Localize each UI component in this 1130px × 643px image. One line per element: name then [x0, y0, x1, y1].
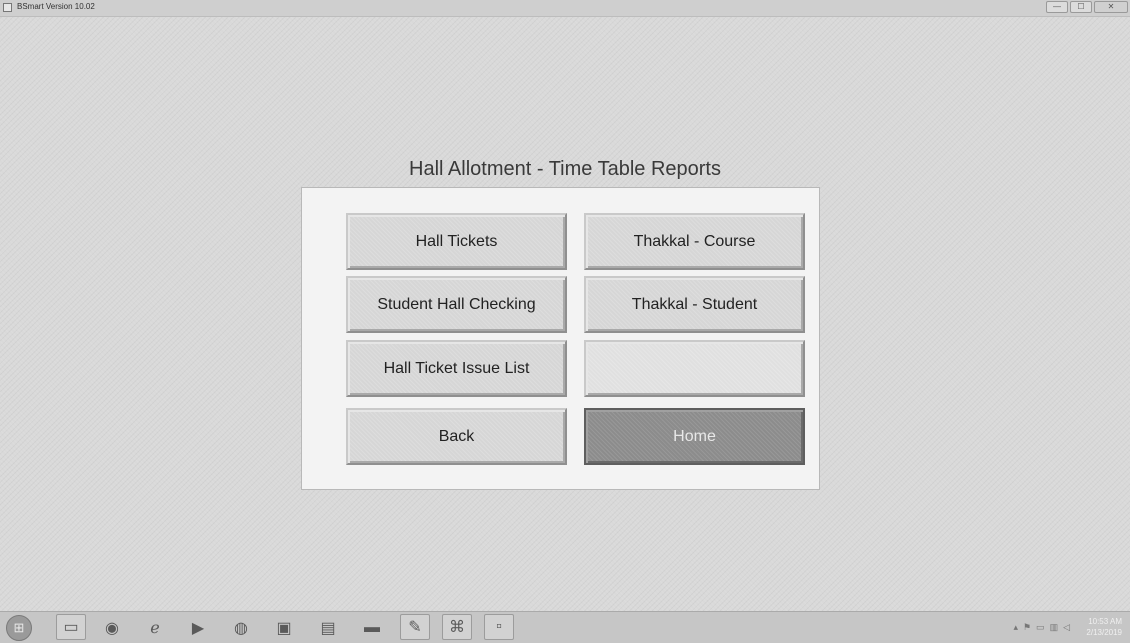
app-icon — [3, 3, 12, 12]
volume-icon[interactable]: ◁ — [1063, 622, 1070, 633]
student-hall-checking-button[interactable]: Student Hall Checking — [346, 276, 567, 333]
empty-button[interactable] — [584, 340, 805, 397]
maximize-button[interactable]: ☐ — [1070, 1, 1092, 13]
hall-tickets-button[interactable]: Hall Tickets — [346, 213, 567, 270]
page-title: Hall Allotment - Time Table Reports — [409, 158, 721, 180]
network-icon[interactable]: ▥ — [1050, 622, 1059, 633]
file-explorer-icon[interactable]: ▭ — [56, 614, 86, 640]
chevron-up-icon[interactable]: ▴ — [1013, 622, 1018, 633]
thakkal-student-button[interactable]: Thakkal - Student — [584, 276, 805, 333]
system-tray: ▴ ⚑ ▭ ▥ ◁ — [1013, 622, 1070, 633]
clock[interactable]: 10:53 AM 2/13/2019 — [1076, 616, 1122, 638]
clock-time: 10:53 AM — [1088, 617, 1122, 626]
window-title: BSmart Version 10.02 — [17, 2, 95, 11]
home-button[interactable]: Home — [584, 408, 805, 465]
internet-explorer-icon[interactable]: ℯ — [143, 616, 167, 640]
window-controls: — ☐ ✕ — [1046, 1, 1128, 13]
windows-start-icon[interactable]: ⊞ — [6, 615, 32, 641]
action-center-icon[interactable]: ⚑ — [1023, 622, 1031, 633]
network-app-icon[interactable]: ⌘ — [442, 614, 472, 640]
minimize-button[interactable]: — — [1046, 1, 1068, 13]
title-bar: BSmart Version 10.02 — ☐ ✕ — [0, 0, 1130, 17]
taskbar: ⊞ ▭ ◉ ℯ ▶ ◍ ▣ ▤ ▬ ✎ ⌘ ▫ ▴ ⚑ ▭ ▥ ◁ 10:53 … — [0, 611, 1130, 643]
close-button[interactable]: ✕ — [1094, 1, 1128, 13]
text-editor-icon[interactable]: ✎ — [400, 614, 430, 640]
pdf-reader-icon[interactable]: ▣ — [272, 616, 296, 640]
reports-panel: Hall Tickets Thakkal - Course Student Ha… — [301, 187, 820, 490]
display-icon[interactable]: ▭ — [1036, 622, 1045, 633]
back-button[interactable]: Back — [346, 408, 567, 465]
chrome-icon[interactable]: ◉ — [100, 616, 124, 640]
folder-icon[interactable]: ▬ — [360, 616, 384, 640]
app-window-icon[interactable]: ▫ — [484, 614, 514, 640]
clock-date: 2/13/2019 — [1086, 628, 1122, 637]
browser-icon[interactable]: ◍ — [229, 616, 253, 640]
hall-ticket-issue-list-button[interactable]: Hall Ticket Issue List — [346, 340, 567, 397]
thakkal-course-button[interactable]: Thakkal - Course — [584, 213, 805, 270]
media-player-icon[interactable]: ▶ — [186, 616, 210, 640]
document-icon[interactable]: ▤ — [316, 616, 340, 640]
